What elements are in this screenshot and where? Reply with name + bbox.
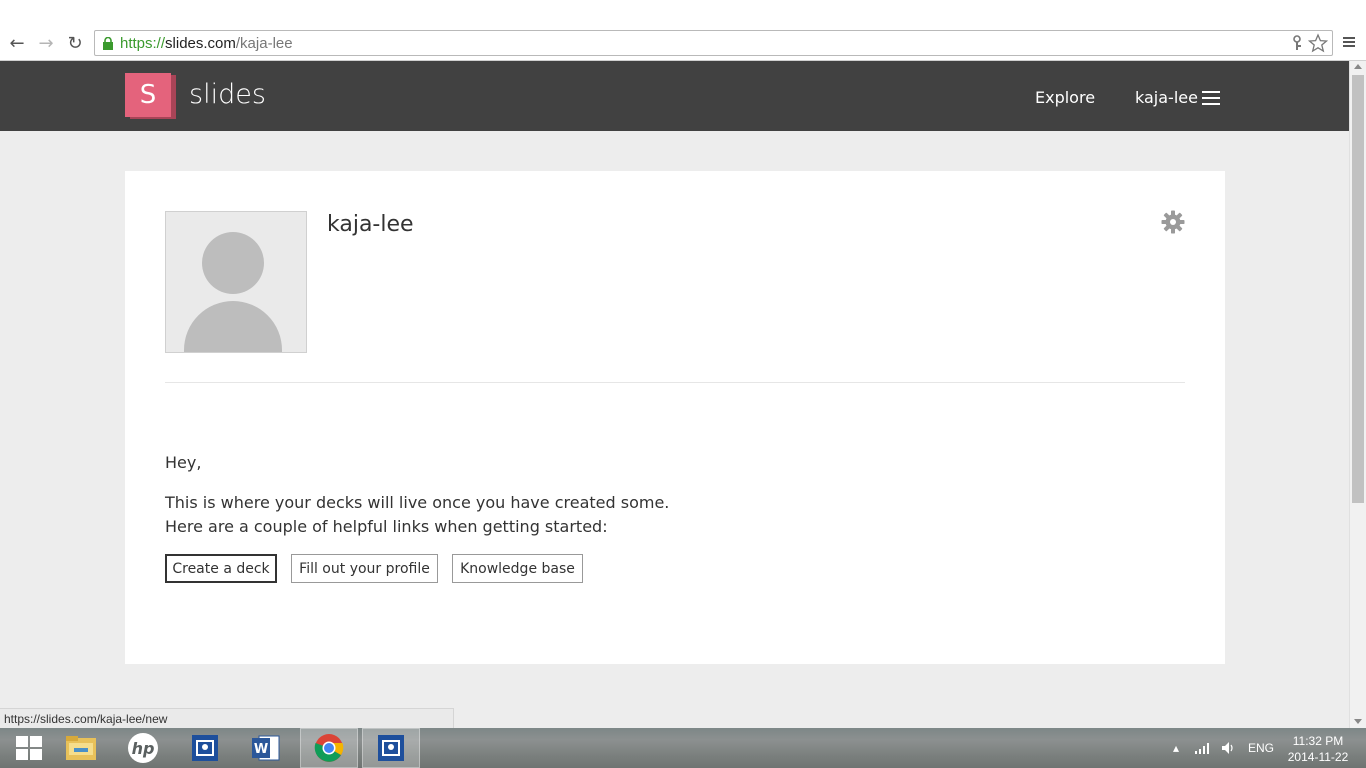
- gear-icon[interactable]: [1161, 210, 1185, 234]
- info-line-1: This is where your decks will live once …: [165, 493, 670, 512]
- word-icon[interactable]: W: [237, 728, 295, 768]
- photo-viewer-icon[interactable]: [362, 728, 420, 768]
- browser-menu-icon[interactable]: [1341, 34, 1357, 50]
- photo-app-icon[interactable]: [176, 728, 234, 768]
- hp-icon[interactable]: hp: [114, 728, 172, 768]
- profile-name: kaja-lee: [327, 212, 414, 237]
- svg-text:W: W: [254, 742, 268, 757]
- brand-name[interactable]: slides: [189, 79, 266, 110]
- site-header: S slides Explore kaja-lee: [0, 61, 1349, 131]
- url-text: https://slides.com/kaja-lee: [120, 35, 293, 52]
- clock-date: 2014-11-22: [1287, 750, 1349, 764]
- language-indicator[interactable]: ENG: [1248, 728, 1274, 768]
- greeting-text: Hey,: [165, 453, 202, 472]
- key-icon[interactable]: [1290, 35, 1304, 51]
- create-deck-button[interactable]: Create a deck: [165, 554, 277, 583]
- hamburger-menu-icon[interactable]: [1202, 91, 1220, 105]
- logo-letter: S: [125, 73, 171, 117]
- scroll-thumb[interactable]: [1352, 75, 1364, 503]
- clock-time: 11:32 PM: [1292, 734, 1344, 748]
- windows-taskbar: hp W ▴ ENG 11:32 PM 2014-11-22: [0, 728, 1366, 768]
- address-bar[interactable]: https://slides.com/kaja-lee: [94, 30, 1333, 56]
- scroll-down-arrow-icon[interactable]: [1354, 719, 1362, 724]
- lock-icon: [103, 37, 113, 50]
- svg-text:hp: hp: [132, 739, 155, 758]
- knowledge-base-button[interactable]: Knowledge base: [452, 554, 583, 583]
- info-line-2: Here are a couple of helpful links when …: [165, 517, 608, 536]
- fill-profile-button[interactable]: Fill out your profile: [291, 554, 438, 583]
- page-scrollbar[interactable]: [1349, 61, 1366, 728]
- browser-toolbar: ← → ↻ https://slides.com/kaja-lee: [0, 26, 1366, 61]
- tray-expand-icon[interactable]: ▴: [1173, 728, 1179, 768]
- forward-arrow-icon[interactable]: →: [35, 32, 57, 54]
- chrome-icon[interactable]: [300, 728, 358, 768]
- back-arrow-icon[interactable]: ←: [6, 32, 28, 54]
- divider: [165, 382, 1185, 383]
- profile-card: kaja-lee Hey, This is where your decks w…: [125, 171, 1225, 664]
- nav-explore-link[interactable]: Explore: [1035, 88, 1095, 107]
- slides-logo[interactable]: S: [125, 73, 177, 121]
- window-title-bar: [0, 0, 1366, 26]
- file-explorer-icon[interactable]: [52, 728, 110, 768]
- system-clock[interactable]: 11:32 PM 2014-11-22: [1285, 733, 1351, 765]
- reload-icon[interactable]: ↻: [64, 32, 86, 54]
- avatar[interactable]: [165, 211, 307, 353]
- status-bar-url: https://slides.com/kaja-lee/new: [0, 708, 454, 728]
- network-icon[interactable]: [1195, 742, 1211, 754]
- bookmark-star-icon[interactable]: [1308, 33, 1328, 53]
- windows-start-icon[interactable]: [0, 728, 58, 768]
- nav-user-link[interactable]: kaja-lee: [1135, 88, 1198, 107]
- scroll-up-arrow-icon[interactable]: [1354, 64, 1362, 69]
- volume-icon[interactable]: [1221, 741, 1235, 755]
